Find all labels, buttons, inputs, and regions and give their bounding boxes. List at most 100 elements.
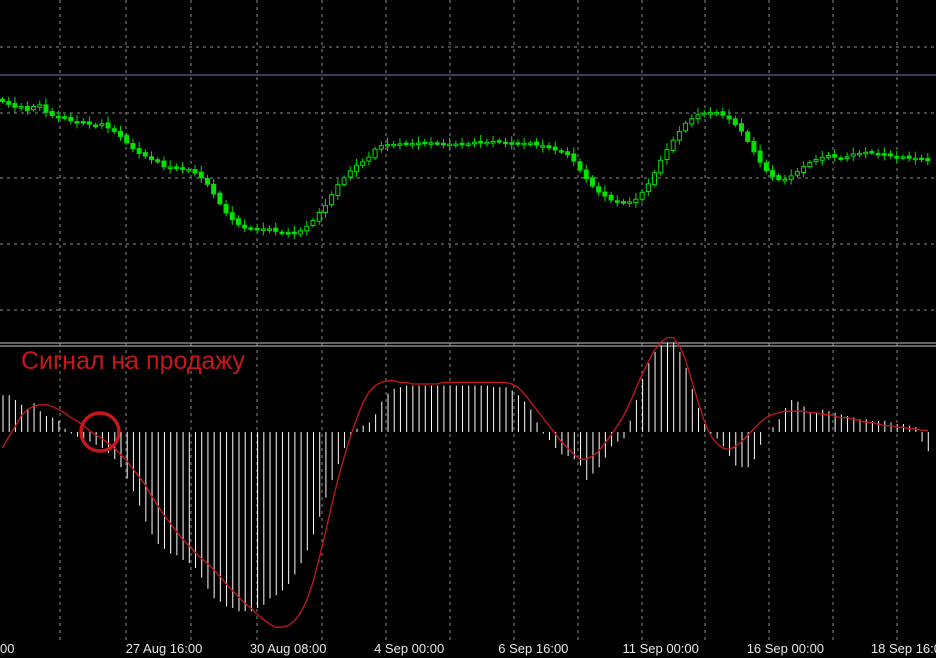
candle-body — [881, 153, 887, 156]
x-tick-label: 16 Sep 00:00 — [747, 641, 824, 656]
candle-body — [440, 142, 446, 146]
candle-body — [621, 201, 626, 204]
candle-body — [18, 105, 24, 109]
candle-body — [919, 157, 925, 161]
candle-body — [62, 116, 68, 119]
candle-body — [409, 143, 415, 146]
candle-body — [751, 140, 757, 153]
candle-body — [726, 115, 732, 120]
x-tick-label: 11 Sep 00:00 — [623, 641, 699, 656]
candle-body — [93, 124, 99, 128]
candle-body — [658, 159, 664, 174]
candle-body — [211, 183, 217, 195]
candle-body — [571, 153, 577, 162]
candle-body — [515, 142, 521, 145]
candle-body — [6, 100, 12, 105]
candle-body — [428, 142, 434, 145]
candle-body — [496, 140, 502, 143]
candle-body — [888, 153, 894, 157]
candle-body — [906, 155, 912, 159]
candle-body — [776, 175, 782, 181]
candle-body — [627, 201, 633, 204]
candle-body — [453, 143, 459, 147]
candle-body — [186, 169, 192, 172]
candle-body — [844, 156, 850, 159]
candle-body — [341, 177, 347, 186]
candle-body — [577, 161, 583, 171]
candle-body — [416, 142, 422, 146]
candle-body — [763, 162, 769, 172]
candle-body — [316, 211, 322, 222]
candle-body — [509, 142, 515, 145]
candle-body — [291, 231, 297, 235]
candle-body — [204, 178, 210, 185]
x-tick-label: 27 Aug 16:00 — [126, 641, 203, 656]
candle-body — [180, 167, 186, 170]
candle-body — [329, 194, 335, 206]
candle-body — [552, 146, 558, 151]
candle-body — [732, 118, 738, 125]
candle-body — [683, 122, 689, 132]
candle-body — [105, 122, 111, 129]
candle-body — [832, 154, 838, 158]
candle-body — [602, 191, 608, 197]
candle-body — [900, 156, 906, 159]
candle-body — [229, 212, 235, 221]
candle-body — [161, 160, 167, 168]
candle-body — [770, 170, 776, 177]
x-tick-label: 30 Aug 08:00 — [250, 641, 327, 656]
candle-body — [353, 164, 359, 173]
candle-body — [366, 156, 372, 162]
candle-body — [403, 142, 409, 146]
candle-body — [24, 105, 30, 111]
candle-body — [142, 152, 148, 157]
candle-body — [235, 218, 241, 225]
candle-body — [43, 104, 49, 113]
candle-body — [434, 142, 440, 145]
chart-canvas: Сигнал на продажу 00 27 Aug 16:00 30 Aug 0… — [0, 0, 936, 658]
candle-body — [335, 184, 341, 197]
candle-body — [714, 112, 720, 115]
candle-body — [136, 148, 142, 154]
signal-annotation: Сигнал на продажу — [21, 347, 245, 375]
candle-body — [260, 228, 266, 231]
candle-body — [298, 230, 304, 235]
candle-body — [173, 166, 179, 169]
candle-body — [74, 121, 80, 124]
x-tick-label: 6 Sep 16:00 — [498, 641, 568, 656]
candle-body — [825, 155, 831, 158]
chart-root: Сигнал на продажу 00 27 Aug 16:00 30 Aug 0… — [0, 0, 936, 658]
candle-body — [490, 140, 496, 144]
candle-body — [279, 231, 285, 235]
x-tick-label: 00 — [0, 641, 14, 656]
candle-body — [707, 112, 713, 115]
candle-body — [55, 115, 61, 119]
candle-body — [639, 191, 645, 200]
candle-body — [788, 175, 794, 180]
candle-body — [422, 141, 428, 145]
candle-body — [484, 141, 490, 145]
candle-body — [875, 152, 881, 156]
candle-body — [583, 169, 589, 180]
candle-body — [819, 156, 825, 161]
candle-body — [310, 219, 316, 226]
candle-body — [521, 142, 527, 146]
candle-body — [565, 151, 571, 156]
candle-body — [459, 142, 465, 146]
candle-body — [652, 172, 658, 186]
candle-body — [614, 200, 620, 203]
candle-body — [478, 140, 484, 144]
candle-body — [471, 141, 477, 145]
candle-body — [378, 145, 384, 150]
candle-body — [794, 171, 800, 176]
candle-body — [801, 166, 807, 173]
candle-body — [99, 123, 105, 126]
candle-body — [0, 98, 5, 102]
candle-body — [267, 228, 273, 231]
candle-body — [254, 227, 260, 231]
candle-body — [664, 149, 670, 160]
candle-body — [701, 112, 707, 116]
candle-body — [925, 157, 931, 162]
candle-body — [745, 131, 751, 142]
chart-background — [0, 0, 936, 658]
